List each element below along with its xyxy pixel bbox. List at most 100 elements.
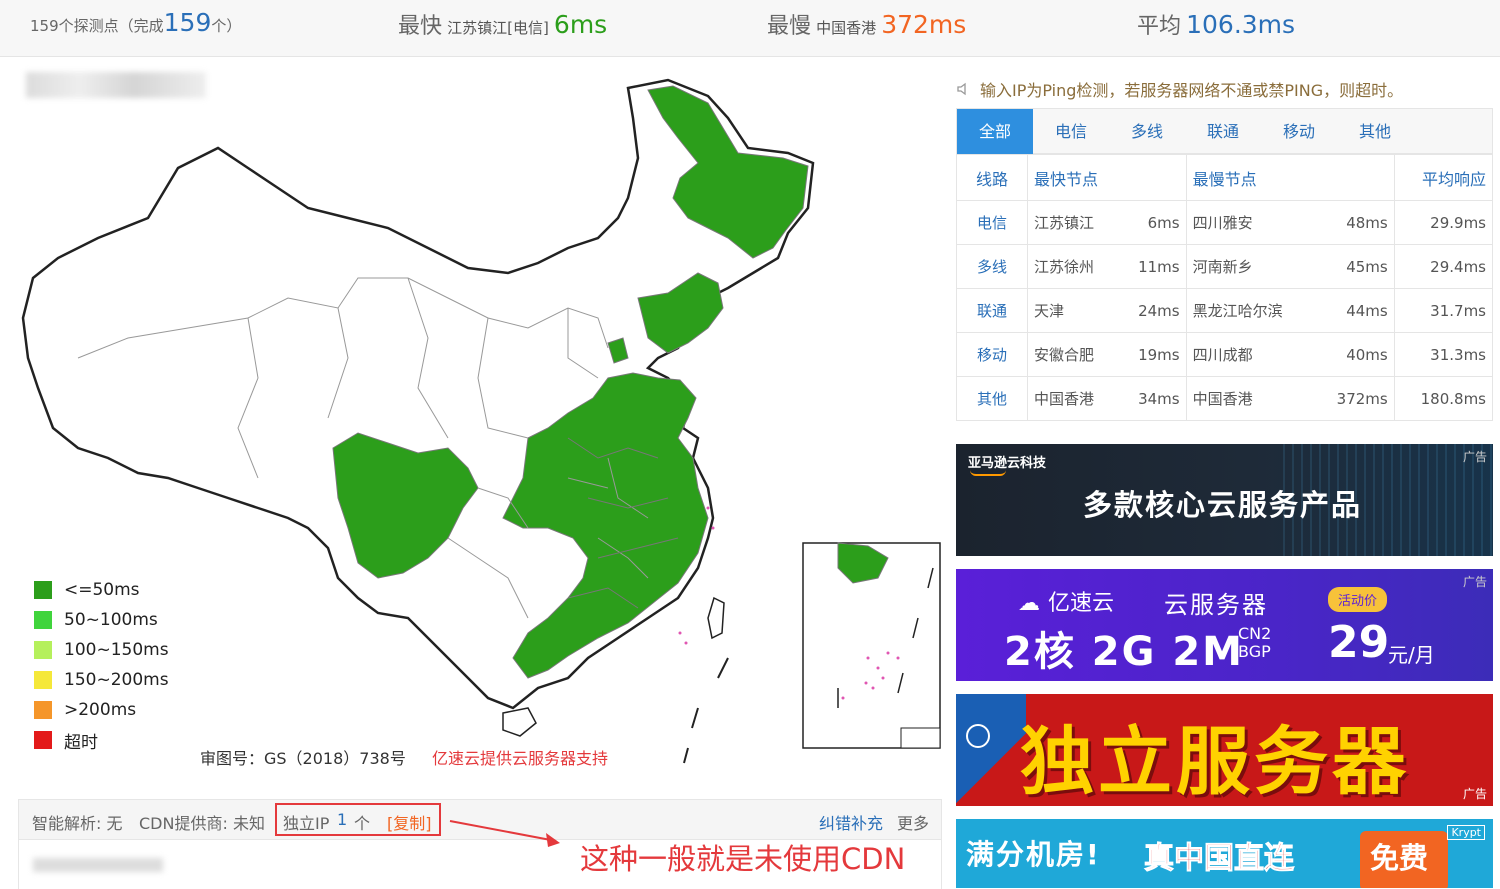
speaker-icon: [956, 81, 970, 100]
row-fast-node: 天津: [1027, 288, 1119, 333]
ad-yisu-spec: 2核 2G 2M: [1004, 629, 1244, 675]
ad-yisu-product: 云服务器: [1164, 591, 1268, 619]
ad-server-logo-icon: [966, 724, 990, 748]
slowest-value: 372ms: [881, 10, 967, 39]
row-fast-ms: 34ms: [1118, 376, 1187, 421]
legend-swatch: [34, 641, 52, 659]
ip-count[interactable]: 1: [337, 810, 347, 829]
carrier-tabs: 全部 电信 多线 联通 移动 其他: [956, 108, 1493, 154]
legend-item: <=50ms: [34, 575, 169, 605]
legend-label: >200ms: [64, 700, 137, 720]
notice-text: 输入IP为Ping检测，若服务器网络不通或禁PING，则超时。: [980, 81, 1404, 100]
row-fast-node: 中国香港: [1027, 376, 1119, 421]
legend-item: >200ms: [34, 695, 169, 725]
annotation-arrow: [449, 820, 560, 847]
ad-krypt-mid: 真中国直连: [1144, 841, 1295, 877]
tab-unicom[interactable]: 联通: [1185, 109, 1261, 154]
carrier-stats-table: 线路 最快节点 最慢节点 平均响应 电信 江苏镇江 6ms 四川雅安 48ms …: [956, 154, 1494, 421]
sponsor-link[interactable]: 亿速云提供云服务器支持: [432, 745, 608, 769]
row-avg: 31.3ms: [1393, 332, 1494, 377]
ad-aws-title: 多款核心云服务产品: [1083, 488, 1363, 522]
tab-multiline[interactable]: 多线: [1109, 109, 1185, 154]
legend-label: 超时: [64, 732, 98, 753]
map-panel: <=50ms 50~100ms 100~150ms 150~200ms >200…: [8, 58, 942, 889]
legend-label: <=50ms: [64, 580, 140, 600]
table-row: 移动 安徽合肥 19ms 四川成都 40ms 31.3ms: [956, 332, 1494, 377]
row-avg: 180.8ms: [1393, 376, 1494, 421]
table-row: 电信 江苏镇江 6ms 四川雅安 48ms 29.9ms: [956, 200, 1494, 245]
ad-yisu-unit: 元/月: [1388, 643, 1435, 667]
standalone-ip-label: 独立IP: [283, 814, 330, 833]
header-fastest: 最快节点: [1027, 154, 1187, 201]
ad-yisu-network: CN2 BGP: [1238, 625, 1271, 661]
legend-swatch: [34, 581, 52, 599]
blurred-ip: [33, 858, 163, 872]
smart-dns-status: 智能解析: 无: [32, 814, 123, 833]
ad-yisu-badge: 活动价: [1328, 587, 1388, 612]
row-fast-ms: 19ms: [1118, 332, 1187, 377]
ad-server-corner: [956, 694, 1026, 806]
legend-label: 50~100ms: [64, 610, 158, 630]
row-fast-node: 江苏镇江: [1027, 200, 1119, 245]
row-slow-ms: 44ms: [1314, 288, 1395, 333]
ad-tag: 广告: [1462, 787, 1487, 801]
legend-item: 50~100ms: [34, 605, 169, 635]
tab-mobile[interactable]: 移动: [1261, 109, 1337, 154]
ad-server-title: 独立服务器: [1020, 719, 1410, 805]
ip-unit: 个: [354, 814, 371, 833]
table-row: 其他 中国香港 34ms 中国香港 372ms 180.8ms: [956, 376, 1494, 421]
header-average: 平均响应: [1393, 154, 1494, 201]
row-fast-node: 安徽合肥: [1027, 332, 1119, 377]
correct-link[interactable]: 纠错补充: [819, 810, 883, 834]
row-fast-ms: 6ms: [1118, 200, 1187, 245]
ad-krypt-right: 免费: [1370, 841, 1429, 875]
row-slow-node: 四川成都: [1185, 332, 1315, 377]
tab-telecom[interactable]: 电信: [1033, 109, 1109, 154]
fastest-stat: 最快 江苏镇江[电信] 6ms: [398, 8, 607, 40]
average-value: 106.3ms: [1186, 10, 1296, 39]
ad-server-banner[interactable]: 独立服务器 广告: [956, 694, 1493, 806]
ad-krypt-banner[interactable]: 满分机房! 真中国直连 免费 Krypt: [956, 819, 1493, 888]
row-slow-node: 四川雅安: [1185, 200, 1315, 245]
ad-yisu-price: 29: [1328, 617, 1390, 668]
slowest-node: 中国香港: [816, 19, 877, 37]
row-line[interactable]: 其他: [956, 376, 1028, 421]
fastest-node: 江苏镇江[电信]: [447, 19, 549, 37]
row-slow-ms: 40ms: [1314, 332, 1395, 377]
ad-krypt-left: 满分机房!: [966, 838, 1101, 871]
legend-label: 150~200ms: [64, 670, 169, 690]
row-line[interactable]: 联通: [956, 288, 1028, 333]
row-avg: 29.4ms: [1393, 244, 1494, 289]
ad-krypt-corner: Krypt: [1447, 825, 1485, 840]
average-label: 平均: [1137, 14, 1182, 39]
row-line[interactable]: 多线: [956, 244, 1028, 289]
ad-aws-banner[interactable]: 亚马逊云科技 多款核心云服务产品 广告: [956, 444, 1493, 556]
ad-aws-brand: 亚马逊云科技: [968, 456, 1047, 471]
slowest-label: 最慢: [767, 14, 812, 39]
probe-count-prefix: 159个探测点（完成: [30, 17, 164, 35]
average-stat: 平均 106.3ms: [1137, 8, 1295, 40]
tab-other[interactable]: 其他: [1337, 109, 1413, 154]
more-link[interactable]: 更多: [897, 810, 929, 834]
slowest-stat: 最慢 中国香港 372ms: [767, 8, 966, 40]
cloud-logo-icon: ☁: [1018, 591, 1040, 616]
ad-tag: 广告: [1462, 575, 1487, 589]
row-fast-ms: 11ms: [1118, 244, 1187, 289]
annotation-text: 这种一般就是未使用CDN: [580, 842, 906, 876]
tab-all[interactable]: 全部: [957, 109, 1033, 154]
copy-button[interactable]: [复制]: [387, 810, 432, 834]
legend-item: 超时: [34, 725, 169, 755]
row-slow-node: 河南新乡: [1185, 244, 1315, 289]
row-slow-ms: 372ms: [1314, 376, 1395, 421]
row-line[interactable]: 电信: [956, 200, 1028, 245]
header-slowest: 最慢节点: [1185, 154, 1395, 201]
row-line[interactable]: 移动: [956, 332, 1028, 377]
ping-notice: 输入IP为Ping检测，若服务器网络不通或禁PING，则超时。: [956, 77, 1493, 101]
ad-yisu-banner[interactable]: ☁ 亿速云 云服务器 活动价 2核 2G 2M CN2 BGP 29 元/月 广告: [956, 569, 1493, 681]
summary-bar: 159个探测点（完成159个） 最快 江苏镇江[电信] 6ms 最慢 中国香港 …: [0, 0, 1500, 57]
row-slow-ms: 48ms: [1314, 200, 1395, 245]
ad-yisu-brand: ☁ 亿速云: [1018, 585, 1114, 617]
fastest-label: 最快: [398, 14, 443, 39]
row-slow-node: 中国香港: [1185, 376, 1315, 421]
smile-logo-icon: [970, 470, 1006, 476]
